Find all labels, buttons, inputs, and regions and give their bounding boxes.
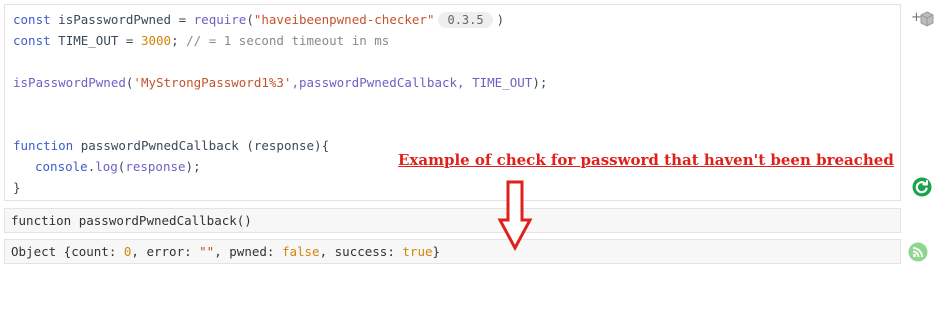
package-version-badge[interactable]: 0.3.5 — [438, 12, 493, 28]
code-line-1: const isPasswordPwned = require("haveibe… — [13, 11, 504, 29]
code-text: ) — [496, 12, 505, 27]
code-line-5: console.log(response); — [35, 158, 201, 176]
output-error-value: "" — [199, 244, 215, 259]
down-arrow-icon — [497, 180, 533, 252]
code-comment: // = 1 second timeout in ms — [186, 33, 390, 48]
code-text: ,passwordPwnedCallback, — [291, 75, 473, 90]
code-function: isPasswordPwned — [13, 75, 126, 90]
output-object: Object {count: 0, error: "", pwned: fals… — [11, 244, 440, 259]
output-pwned-value: false — [281, 244, 320, 259]
code-text: ); — [532, 75, 548, 90]
code-function: require — [193, 12, 247, 27]
code-string: 'MyStrongPassword1%3' — [133, 75, 292, 90]
output-text: , error: — [131, 244, 200, 259]
code-keyword: const — [13, 33, 51, 48]
output-success-value: true — [402, 244, 433, 259]
code-string: "haveibeenpwned-checker" — [253, 12, 435, 27]
code-text: passwordPwnedCallback — [73, 138, 247, 153]
output-text: , success: — [319, 244, 403, 259]
code-line-4: function passwordPwnedCallback (response… — [13, 137, 329, 155]
code-line-2: const TIME_OUT = 3000; // = 1 second tim… — [13, 32, 389, 50]
code-argument: response — [125, 159, 186, 174]
code-text: ; — [171, 33, 187, 48]
code-constant: TIME_OUT — [472, 75, 533, 90]
output-text: , pwned: — [214, 244, 282, 259]
code-editor[interactable]: const isPasswordPwned = require("haveibe… — [4, 4, 901, 201]
code-line-6: } — [13, 179, 21, 197]
output-text: } — [432, 244, 441, 259]
annotation-label: Example of check for password that haven… — [398, 151, 894, 169]
code-line-3: isPasswordPwned('MyStrongPassword1%3',pa… — [13, 74, 547, 92]
output-row-1: function passwordPwnedCallback() — [4, 208, 901, 233]
code-text: (response){ — [246, 138, 330, 153]
package-box-icon — [920, 11, 934, 27]
code-method: log — [95, 159, 118, 174]
code-text: } — [13, 180, 21, 195]
output-row-2: Object {count: 0, error: "", pwned: fals… — [4, 239, 901, 264]
output-text: Object {count: — [11, 244, 124, 259]
code-keyword: const — [13, 12, 51, 27]
run-refresh-icon[interactable] — [912, 177, 932, 197]
add-package-button[interactable]: + — [911, 10, 935, 30]
code-number: 3000 — [140, 33, 172, 48]
output-text: function passwordPwnedCallback() — [11, 213, 252, 228]
code-text: ); — [185, 159, 201, 174]
code-text: ( — [246, 12, 254, 27]
code-object: console — [35, 159, 88, 174]
code-text: isPasswordPwned = — [50, 12, 194, 27]
code-text: TIME_OUT = — [50, 33, 141, 48]
rss-feed-icon[interactable] — [908, 242, 928, 262]
code-keyword: function — [13, 138, 74, 153]
